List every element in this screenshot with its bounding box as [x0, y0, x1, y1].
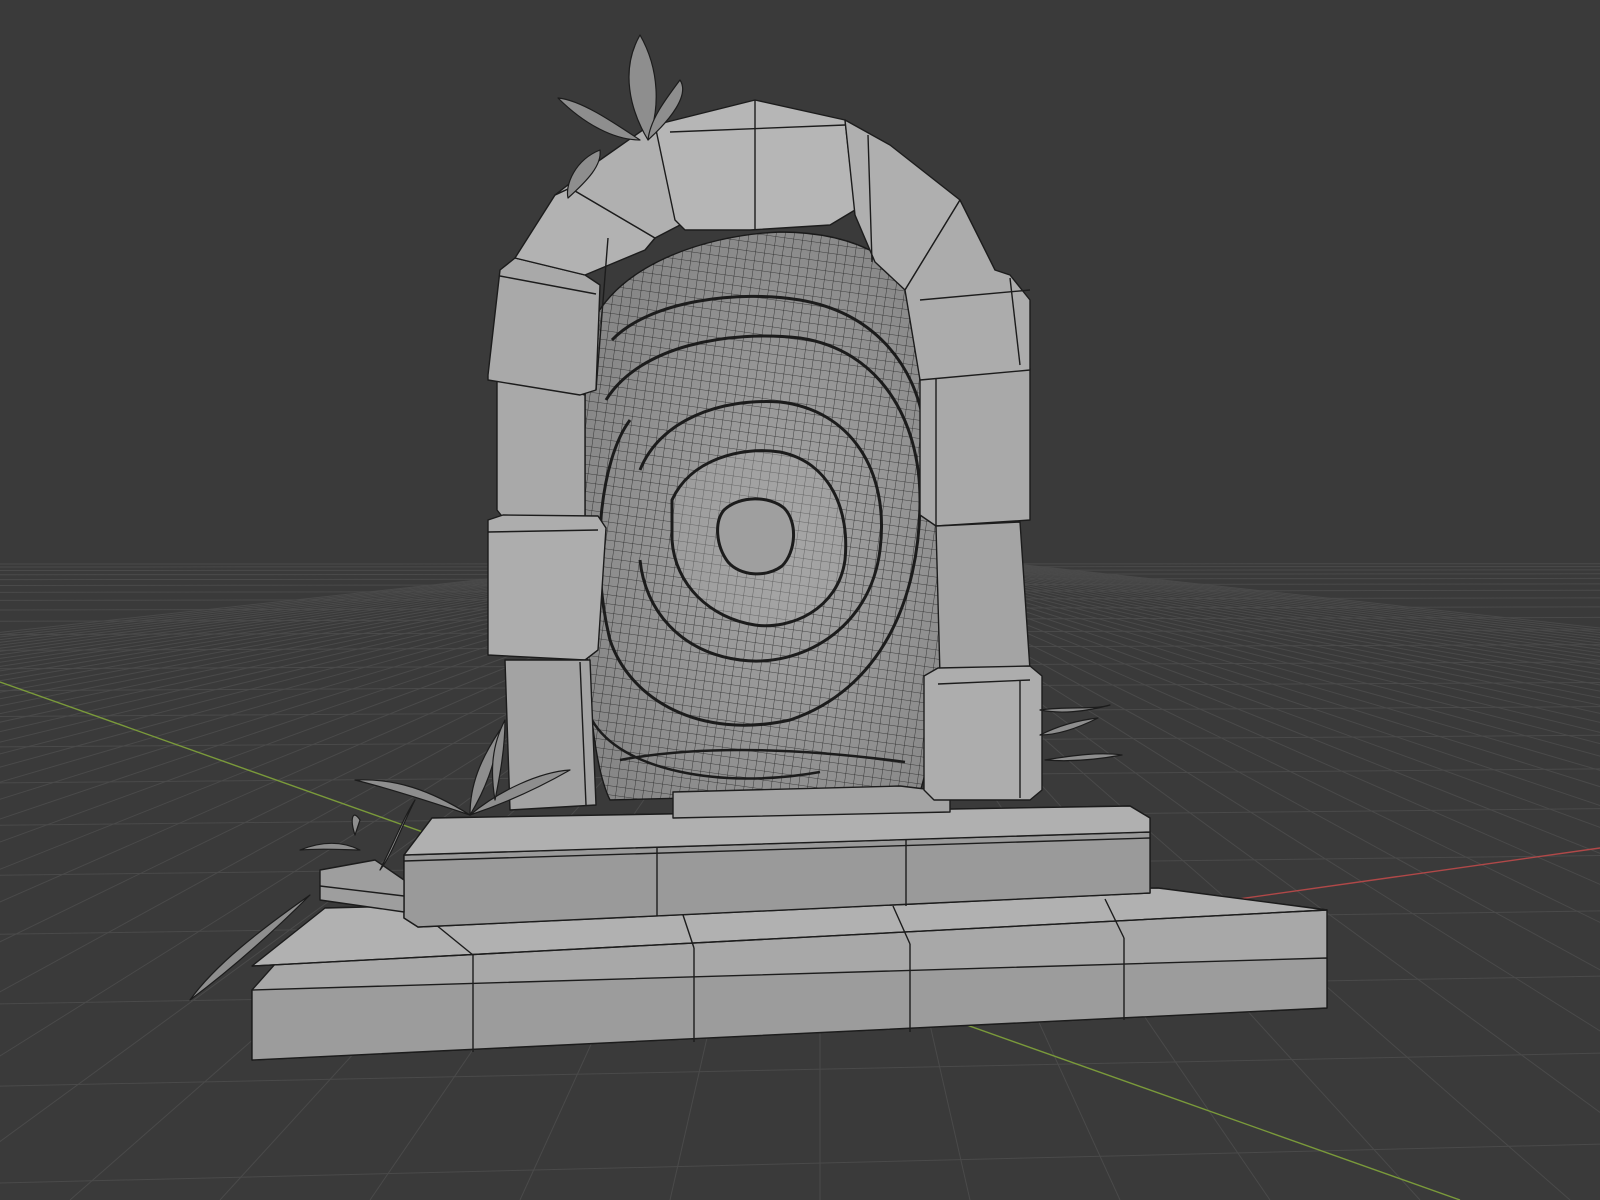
right-pillar[interactable]: [919, 357, 1043, 801]
3d-viewport[interactable]: [0, 0, 1600, 1200]
swirl-portal[interactable]: [584, 231, 945, 801]
threshold-stone[interactable]: [672, 785, 951, 819]
viewport-canvas[interactable]: [0, 0, 1600, 1200]
